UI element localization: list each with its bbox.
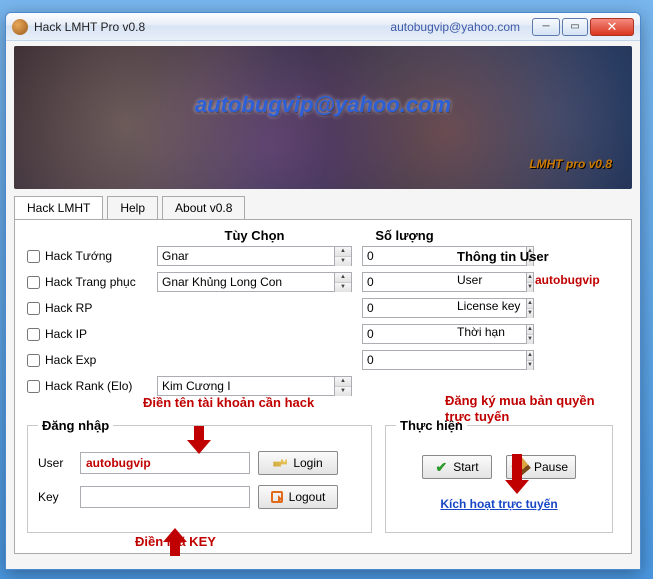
checkbox-hack-ip[interactable]: Hack IP bbox=[27, 321, 147, 347]
app-window: Hack LMHT Pro v0.8 autobugvip@yahoo.com … bbox=[5, 12, 641, 570]
qty-skin[interactable]: ▲▼ bbox=[362, 271, 447, 293]
maximize-button[interactable]: ▭ bbox=[562, 18, 588, 36]
tab-help[interactable]: Help bbox=[107, 196, 158, 220]
option-rank[interactable]: ▲▼ bbox=[157, 375, 352, 397]
spin-down-icon[interactable]: ▼ bbox=[335, 257, 351, 266]
userinfo-expiry-row: Thời hạn bbox=[457, 321, 637, 343]
checkbox-hack-champ[interactable]: Hack Tướng bbox=[27, 243, 147, 269]
action-legend: Thực hiện bbox=[396, 418, 467, 433]
window-title: Hack LMHT Pro v0.8 bbox=[34, 20, 390, 34]
pencil-icon bbox=[511, 457, 531, 477]
checkbox-hack-champ-input[interactable] bbox=[27, 250, 40, 263]
qty-exp[interactable]: ▲▼ bbox=[362, 349, 447, 371]
login-fieldset: Đăng nhập User Login Key Logout bbox=[27, 418, 372, 533]
userinfo-header: Thông tin User bbox=[457, 249, 637, 264]
banner-email: autobugvip@yahoo.com bbox=[14, 92, 632, 118]
tab-about[interactable]: About v0.8 bbox=[162, 196, 245, 220]
minimize-button[interactable]: ─ bbox=[532, 18, 560, 36]
checkbox-hack-skin[interactable]: Hack Trang phục bbox=[27, 269, 147, 295]
qty-champ[interactable]: ▲▼ bbox=[362, 245, 447, 267]
option-champ[interactable]: ▲▼ bbox=[157, 245, 352, 267]
app-icon bbox=[12, 19, 28, 35]
login-button[interactable]: Login bbox=[258, 451, 338, 475]
client-area: autobugvip@yahoo.com LMHT pro v0.8 Hack … bbox=[6, 41, 640, 569]
tab-strip: Hack LMHT Help About v0.8 bbox=[14, 195, 632, 219]
login-user-label: User bbox=[38, 456, 72, 470]
activate-online-link[interactable]: Kích hoạt trực tuyến bbox=[440, 497, 557, 511]
option-skin[interactable]: ▲▼ bbox=[157, 271, 352, 293]
logout-icon bbox=[271, 491, 283, 503]
tab-hack-lmht[interactable]: Hack LMHT bbox=[14, 196, 103, 220]
checkbox-hack-rank[interactable]: Hack Rank (Elo) bbox=[27, 373, 147, 399]
login-key-label: Key bbox=[38, 490, 72, 504]
banner-image: autobugvip@yahoo.com LMHT pro v0.8 bbox=[14, 46, 632, 189]
title-bar[interactable]: Hack LMHT Pro v0.8 autobugvip@yahoo.com … bbox=[6, 13, 640, 41]
spin-up-icon[interactable]: ▲ bbox=[335, 247, 351, 257]
action-fieldset: Thực hiện ✔Start Pause Kích hoạt trực tu… bbox=[385, 418, 613, 533]
option-rank-input[interactable] bbox=[157, 376, 335, 396]
main-panel: Tùy Chọn Số lượng Hack Tướng ▲▼ ▲▼ Thông… bbox=[14, 219, 632, 554]
checkbox-hack-exp[interactable]: Hack Exp bbox=[27, 347, 147, 373]
login-user-input[interactable] bbox=[80, 452, 250, 474]
logout-button[interactable]: Logout bbox=[258, 485, 338, 509]
header-qty: Số lượng bbox=[362, 228, 447, 243]
window-controls: ─ ▭ ✕ bbox=[530, 18, 634, 36]
checkbox-hack-skin-input[interactable] bbox=[27, 276, 40, 289]
checkbox-hack-rp-input[interactable] bbox=[27, 302, 40, 315]
login-legend: Đăng nhập bbox=[38, 418, 113, 433]
checkbox-hack-ip-input[interactable] bbox=[27, 328, 40, 341]
checkbox-hack-exp-input[interactable] bbox=[27, 354, 40, 367]
option-skin-input[interactable] bbox=[157, 272, 335, 292]
userinfo-user-value: autobugvip bbox=[535, 273, 600, 287]
login-key-input[interactable] bbox=[80, 486, 250, 508]
close-button[interactable]: ✕ bbox=[590, 18, 634, 36]
qty-rp[interactable]: ▲▼ bbox=[362, 297, 447, 319]
annotation-key: Điền mã KEY bbox=[135, 534, 216, 550]
title-bar-email: autobugvip@yahoo.com bbox=[390, 20, 520, 34]
check-icon: ✔ bbox=[435, 459, 447, 476]
userinfo-user-row: Userautobugvip bbox=[457, 269, 637, 291]
banner-version: LMHT pro v0.8 bbox=[529, 157, 612, 171]
checkbox-hack-rp[interactable]: Hack RP bbox=[27, 295, 147, 321]
option-champ-input[interactable] bbox=[157, 246, 335, 266]
qty-ip[interactable]: ▲▼ bbox=[362, 323, 447, 345]
start-button[interactable]: ✔Start bbox=[422, 455, 492, 479]
checkbox-hack-rank-input[interactable] bbox=[27, 380, 40, 393]
pause-button[interactable]: Pause bbox=[506, 455, 576, 479]
key-icon bbox=[273, 456, 287, 470]
userinfo-license-row: License key bbox=[457, 295, 637, 317]
header-option: Tùy Chọn bbox=[157, 228, 352, 243]
